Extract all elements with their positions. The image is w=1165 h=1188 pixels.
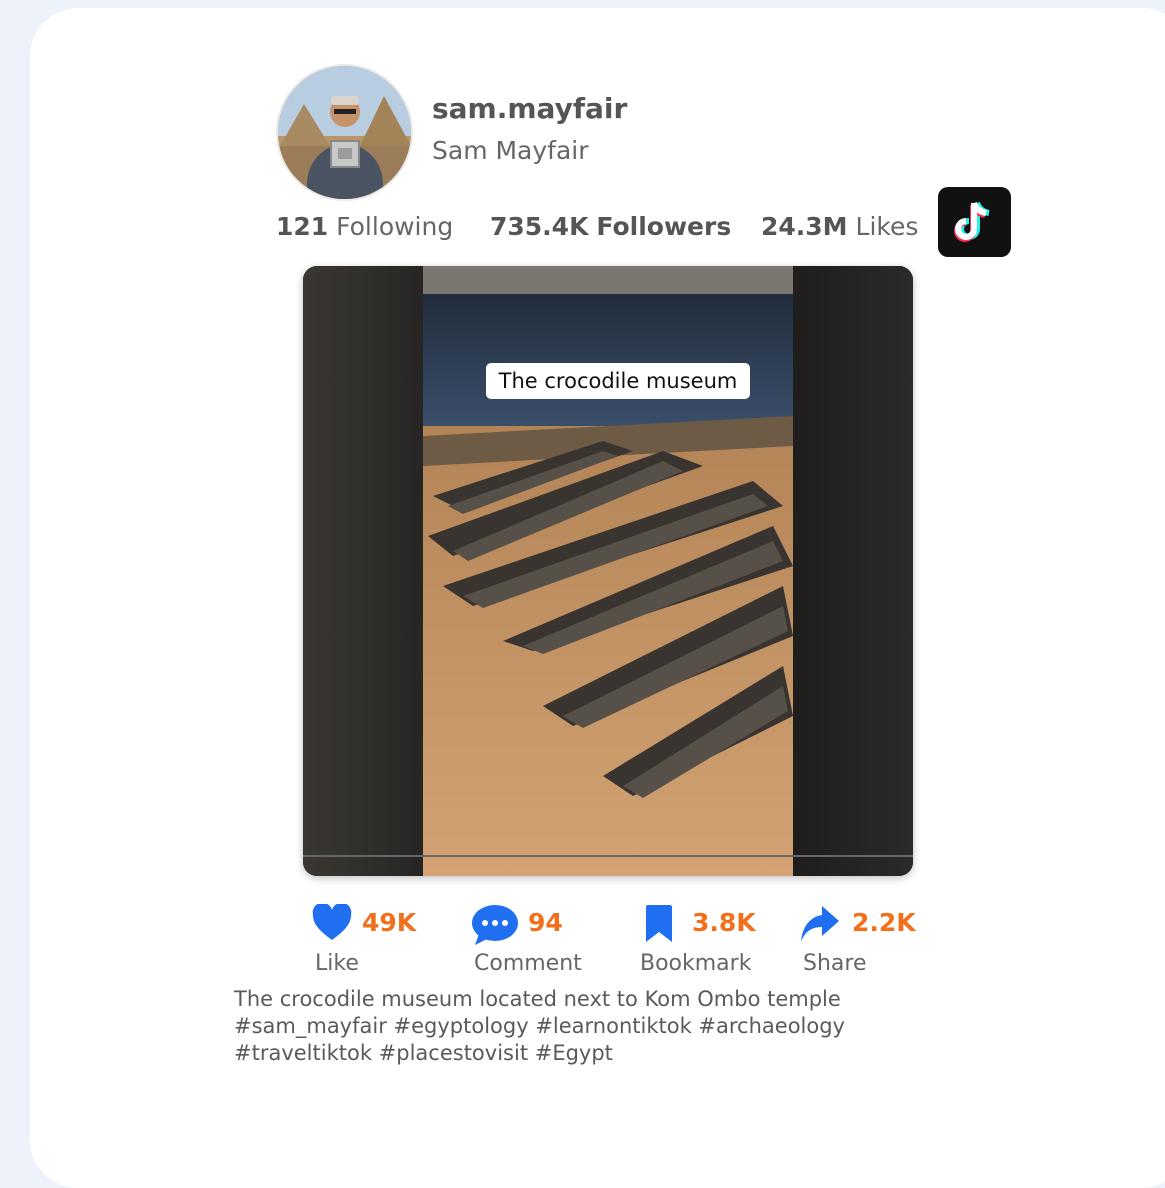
following-stat: 121 Following [276, 212, 453, 241]
display-name: Sam Mayfair [432, 136, 589, 165]
bookmark-count: 3.8K [692, 908, 756, 937]
comment-label[interactable]: Comment [474, 951, 582, 976]
bookmark-label[interactable]: Bookmark [640, 951, 751, 976]
video-overlay-caption: The crocodile museum [486, 363, 750, 399]
video-description: The crocodile museum located next to Kom… [234, 987, 845, 1065]
avatar-image [278, 66, 411, 199]
comment-icon[interactable] [471, 904, 519, 950]
likes-stat: 24.3M Likes [761, 212, 918, 241]
heart-icon[interactable] [312, 902, 352, 946]
share-icon[interactable] [800, 904, 840, 948]
video-player[interactable]: The crocodile museum [303, 266, 913, 876]
username[interactable]: sam.mayfair [432, 92, 627, 125]
bookmark-icon[interactable] [644, 904, 674, 948]
like-count: 49K [362, 908, 417, 937]
tiktok-logo-icon[interactable] [938, 187, 1011, 257]
video-thumbnail [303, 266, 913, 876]
likes-count: 24.3M [761, 212, 848, 241]
comment-count: 94 [528, 908, 563, 937]
following-count: 121 [276, 212, 329, 241]
avatar[interactable] [276, 64, 413, 201]
following-label: Following [336, 212, 454, 241]
followers-stat: 735.4K Followers [490, 212, 731, 241]
likes-label: Likes [855, 212, 919, 241]
followers-count: 735.4K [490, 212, 589, 241]
like-label[interactable]: Like [315, 951, 359, 976]
share-count: 2.2K [852, 908, 916, 937]
followers-label: Followers [596, 212, 732, 241]
share-label[interactable]: Share [803, 951, 867, 976]
